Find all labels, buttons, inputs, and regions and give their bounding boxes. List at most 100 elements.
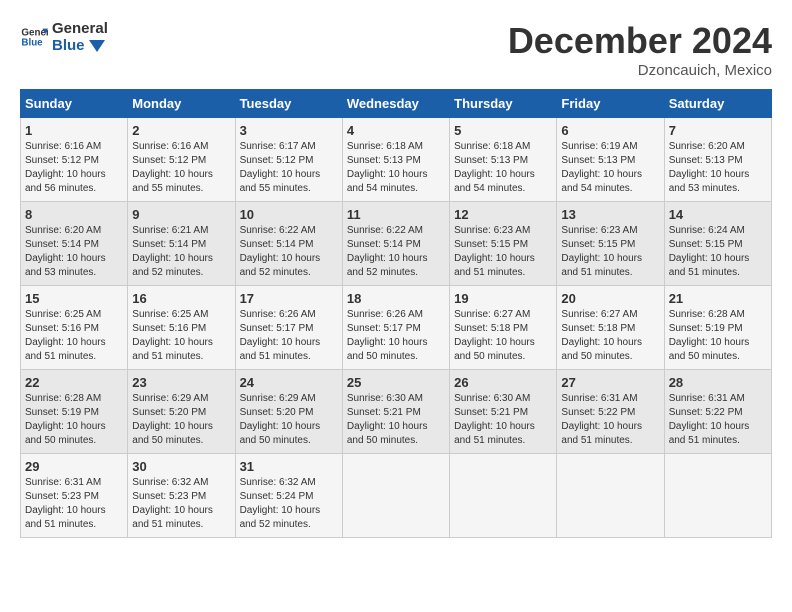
calendar-cell: 7 Sunrise: 6:20 AMSunset: 5:13 PMDaylight… bbox=[664, 118, 771, 202]
calendar-cell: 6Sunrise: 6:19 AMSunset: 5:13 PMDaylight… bbox=[557, 118, 664, 202]
day-info: Sunrise: 6:29 AMSunset: 5:20 PMDaylight:… bbox=[132, 392, 230, 448]
day-info: Sunrise: 6:17 AMSunset: 5:12 PMDaylight:… bbox=[240, 140, 338, 196]
day-info: Sunrise: 6:20 AMSunset: 5:14 PMDaylight:… bbox=[25, 224, 123, 280]
calendar-cell: 3Sunrise: 6:17 AMSunset: 5:12 PMDaylight… bbox=[235, 118, 342, 202]
day-info: Sunrise: 6:27 AMSunset: 5:18 PMDaylight:… bbox=[561, 308, 659, 364]
header-day: Wednesday bbox=[342, 90, 449, 118]
page-header: General Blue General Blue December 2024 … bbox=[20, 20, 772, 79]
day-number: 31 bbox=[240, 459, 338, 474]
calendar-cell: 4Sunrise: 6:18 AMSunset: 5:13 PMDaylight… bbox=[342, 118, 449, 202]
day-number: 24 bbox=[240, 375, 338, 390]
calendar-cell: 11Sunrise: 6:22 AMSunset: 5:14 PMDayligh… bbox=[342, 202, 449, 286]
day-info: Sunrise: 6:23 AMSunset: 5:15 PMDaylight:… bbox=[561, 224, 659, 280]
calendar-cell bbox=[664, 454, 771, 538]
day-number: 29 bbox=[25, 459, 123, 474]
header-day: Sunday bbox=[21, 90, 128, 118]
title-block: December 2024 Dzoncauich, Mexico bbox=[508, 20, 772, 79]
day-info: Sunrise: 6:23 AMSunset: 5:15 PMDaylight:… bbox=[454, 224, 552, 280]
day-info: Sunrise: 6:18 AMSunset: 5:13 PMDaylight:… bbox=[454, 140, 552, 196]
calendar-cell: 21Sunrise: 6:28 AMSunset: 5:19 PMDayligh… bbox=[664, 286, 771, 370]
day-info: Sunrise: 6:16 AMSunset: 5:12 PMDaylight:… bbox=[25, 140, 123, 196]
calendar-cell: 20 Sunrise: 6:27 AMSunset: 5:18 PMDayligh… bbox=[557, 286, 664, 370]
day-info: Sunrise: 6:32 AMSunset: 5:24 PMDaylight:… bbox=[240, 476, 338, 532]
day-info: Sunrise: 6:19 AMSunset: 5:13 PMDaylight:… bbox=[561, 140, 659, 196]
day-number: 11 bbox=[347, 207, 445, 222]
day-number: 13 bbox=[561, 207, 659, 222]
day-number: 19 bbox=[454, 291, 552, 306]
calendar-cell: 31 Sunrise: 6:32 AMSunset: 5:24 PMDayligh… bbox=[235, 454, 342, 538]
day-info: Sunrise: 6:30 AMSunset: 5:21 PMDaylight:… bbox=[347, 392, 445, 448]
day-number: 23 bbox=[132, 375, 230, 390]
day-info: Sunrise: 6:20 AMSunset: 5:13 PMDaylight:… bbox=[669, 140, 767, 196]
calendar-cell: 15Sunrise: 6:25 AMSunset: 5:16 PMDayligh… bbox=[21, 286, 128, 370]
calendar-cell bbox=[342, 454, 449, 538]
calendar-week-row: 15 Sunrise: 6:25 AMSunset: 5:16 PMDayligh… bbox=[21, 286, 772, 370]
calendar-cell: 24 Sunrise: 6:29 AMSunset: 5:20 PMDayligh… bbox=[235, 370, 342, 454]
day-number: 26 bbox=[454, 375, 552, 390]
day-info: Sunrise: 6:16 AMSunset: 5:12 PMDaylight:… bbox=[132, 140, 230, 196]
calendar-cell: 23 Sunrise: 6:29 AMSunset: 5:20 PMDayligh… bbox=[128, 370, 235, 454]
svg-text:Blue: Blue bbox=[21, 37, 43, 48]
day-number: 16 bbox=[132, 291, 230, 306]
header-day: Tuesday bbox=[235, 90, 342, 118]
day-number: 2 bbox=[132, 123, 230, 138]
header-day: Thursday bbox=[450, 90, 557, 118]
day-number: 17 bbox=[240, 291, 338, 306]
calendar-week-row: 22Sunrise: 6:28 AMSunset: 5:19 PMDayligh… bbox=[21, 370, 772, 454]
day-info: Sunrise: 6:26 AMSunset: 5:17 PMDaylight:… bbox=[240, 308, 338, 364]
day-info: Sunrise: 6:31 AMSunset: 5:22 PMDaylight:… bbox=[561, 392, 659, 448]
location: Dzoncauich, Mexico bbox=[508, 62, 772, 79]
day-info: Sunrise: 6:28 AMSunset: 5:19 PMDaylight:… bbox=[25, 392, 123, 448]
day-info: Sunrise: 6:27 AMSunset: 5:18 PMDaylight:… bbox=[454, 308, 552, 364]
calendar-cell: 8 Sunrise: 6:20 AMSunset: 5:14 PMDaylight… bbox=[21, 202, 128, 286]
calendar-cell: 22Sunrise: 6:28 AMSunset: 5:19 PMDayligh… bbox=[21, 370, 128, 454]
day-number: 27 bbox=[561, 375, 659, 390]
calendar-week-row: 8 Sunrise: 6:20 AMSunset: 5:14 PMDaylight… bbox=[21, 202, 772, 286]
calendar-cell: 30 Sunrise: 6:32 AMSunset: 5:23 PMDayligh… bbox=[128, 454, 235, 538]
calendar-cell: 13 Sunrise: 6:23 AMSunset: 5:15 PMDayligh… bbox=[557, 202, 664, 286]
day-number: 14 bbox=[669, 207, 767, 222]
day-info: Sunrise: 6:29 AMSunset: 5:20 PMDaylight:… bbox=[240, 392, 338, 448]
day-number: 21 bbox=[669, 291, 767, 306]
calendar-cell: 9 Sunrise: 6:21 AMSunset: 5:14 PMDaylight… bbox=[128, 202, 235, 286]
calendar-cell: 18Sunrise: 6:26 AMSunset: 5:17 PMDayligh… bbox=[342, 286, 449, 370]
calendar-week-row: 29Sunrise: 6:31 AMSunset: 5:23 PMDayligh… bbox=[21, 454, 772, 538]
header-day: Friday bbox=[557, 90, 664, 118]
calendar-cell: 19 Sunrise: 6:27 AMSunset: 5:18 PMDayligh… bbox=[450, 286, 557, 370]
day-number: 20 bbox=[561, 291, 659, 306]
day-info: Sunrise: 6:30 AMSunset: 5:21 PMDaylight:… bbox=[454, 392, 552, 448]
day-info: Sunrise: 6:18 AMSunset: 5:13 PMDaylight:… bbox=[347, 140, 445, 196]
day-info: Sunrise: 6:31 AMSunset: 5:22 PMDaylight:… bbox=[669, 392, 767, 448]
day-info: Sunrise: 6:26 AMSunset: 5:17 PMDaylight:… bbox=[347, 308, 445, 364]
day-number: 7 bbox=[669, 123, 767, 138]
day-info: Sunrise: 6:32 AMSunset: 5:23 PMDaylight:… bbox=[132, 476, 230, 532]
day-number: 8 bbox=[25, 207, 123, 222]
calendar-cell: 1Sunrise: 6:16 AMSunset: 5:12 PMDaylight… bbox=[21, 118, 128, 202]
calendar-cell: 29Sunrise: 6:31 AMSunset: 5:23 PMDayligh… bbox=[21, 454, 128, 538]
calendar-cell: 14Sunrise: 6:24 AMSunset: 5:15 PMDayligh… bbox=[664, 202, 771, 286]
header-row: SundayMondayTuesdayWednesdayThursdayFrid… bbox=[21, 90, 772, 118]
calendar-cell bbox=[557, 454, 664, 538]
calendar-cell: 16 Sunrise: 6:25 AMSunset: 5:16 PMDayligh… bbox=[128, 286, 235, 370]
calendar-cell: 5 Sunrise: 6:18 AMSunset: 5:13 PMDaylight… bbox=[450, 118, 557, 202]
header-day: Saturday bbox=[664, 90, 771, 118]
month-title: December 2024 bbox=[508, 20, 772, 62]
day-number: 9 bbox=[132, 207, 230, 222]
day-number: 12 bbox=[454, 207, 552, 222]
day-info: Sunrise: 6:25 AMSunset: 5:16 PMDaylight:… bbox=[132, 308, 230, 364]
day-number: 30 bbox=[132, 459, 230, 474]
day-number: 25 bbox=[347, 375, 445, 390]
calendar-cell: 17 Sunrise: 6:26 AMSunset: 5:17 PMDayligh… bbox=[235, 286, 342, 370]
day-info: Sunrise: 6:22 AMSunset: 5:14 PMDaylight:… bbox=[240, 224, 338, 280]
day-number: 15 bbox=[25, 291, 123, 306]
logo-icon: General Blue bbox=[20, 23, 48, 51]
day-number: 5 bbox=[454, 123, 552, 138]
calendar-cell: 27 Sunrise: 6:31 AMSunset: 5:22 PMDayligh… bbox=[557, 370, 664, 454]
day-info: Sunrise: 6:21 AMSunset: 5:14 PMDaylight:… bbox=[132, 224, 230, 280]
calendar-cell: 12 Sunrise: 6:23 AMSunset: 5:15 PMDayligh… bbox=[450, 202, 557, 286]
calendar-cell: 10 Sunrise: 6:22 AMSunset: 5:14 PMDayligh… bbox=[235, 202, 342, 286]
logo: General Blue General Blue bbox=[20, 20, 108, 54]
calendar-cell: 2 Sunrise: 6:16 AMSunset: 5:12 PMDaylight… bbox=[128, 118, 235, 202]
header-day: Monday bbox=[128, 90, 235, 118]
day-number: 10 bbox=[240, 207, 338, 222]
